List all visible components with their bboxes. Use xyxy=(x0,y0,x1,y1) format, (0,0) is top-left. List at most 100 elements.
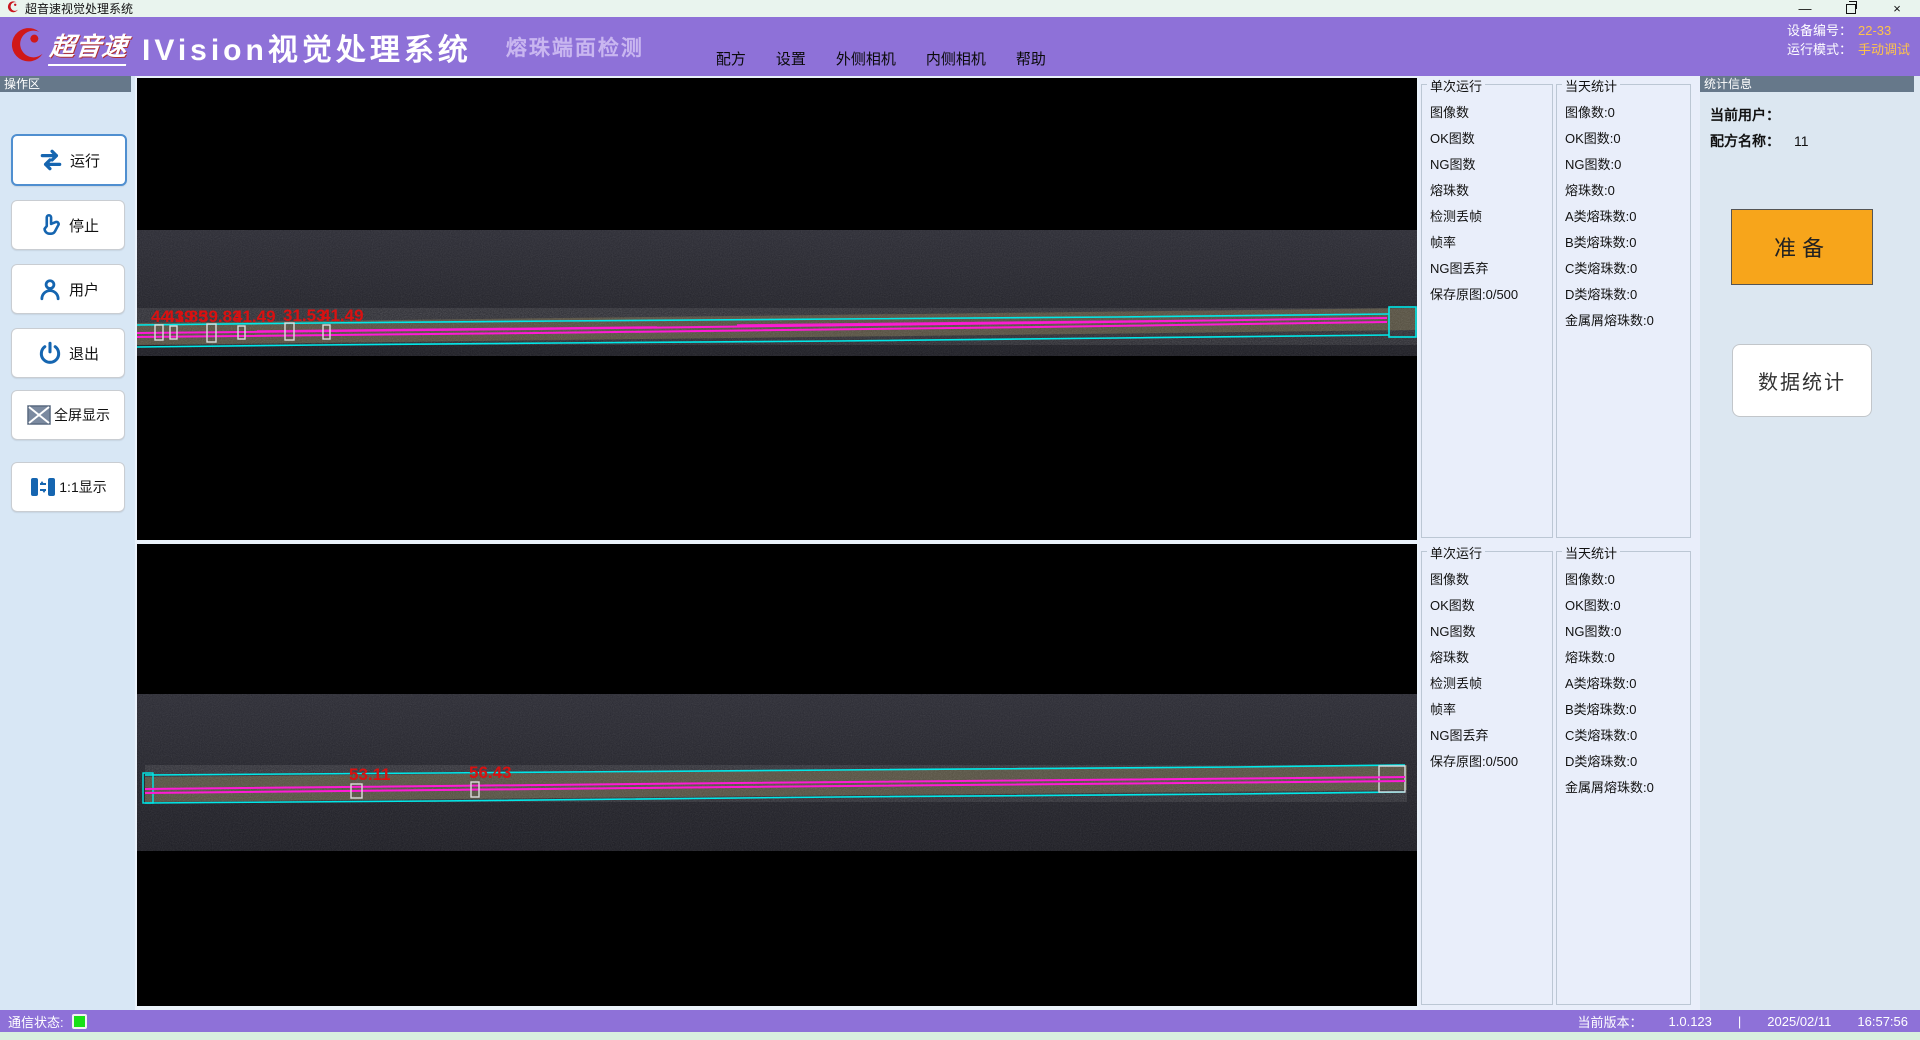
daily-stats-groupbox-top: 当天统计 图像数:0OK图数:0NG图数:0熔珠数:0A类熔珠数:0B类熔珠数:… xyxy=(1556,84,1691,538)
stat-row: 图像数:0 xyxy=(1565,569,1686,595)
menu-item[interactable]: 帮助 xyxy=(1016,48,1046,69)
recipe-name-value: 11 xyxy=(1794,133,1809,149)
brand-logo: 超音速 xyxy=(6,27,128,67)
single-run-groupbox-top: 单次运行 图像数OK图数NG图数熔珠数检测丢帧帧率NG图丢弃保存原图:0/500 xyxy=(1421,84,1553,538)
hand-icon xyxy=(37,212,63,238)
operation-sidebar: 操作区 运行 停止 用户 退出 xyxy=(0,76,135,1010)
operation-area-title: 操作区 xyxy=(0,76,131,92)
measurement-label: 41.49 xyxy=(233,307,276,326)
brand-swoosh-icon xyxy=(6,27,46,67)
device-number-label: 设备编号： xyxy=(1787,23,1852,38)
stat-row: B类熔珠数:0 xyxy=(1565,699,1686,725)
menu-item[interactable]: 配方 xyxy=(716,48,746,69)
stat-row: 熔珠数:0 xyxy=(1565,180,1686,206)
window-bottom-edge xyxy=(0,1032,1920,1040)
inner-camera-view: 53.11 56.43 xyxy=(137,544,1417,1006)
stat-row: D类熔珠数:0 xyxy=(1565,751,1686,777)
stat-row: A类熔珠数:0 xyxy=(1565,673,1686,699)
fullscreen-icon xyxy=(26,404,52,426)
run-mode-label: 运行模式： xyxy=(1787,42,1852,57)
user-button[interactable]: 用户 xyxy=(11,264,125,314)
one-to-one-button-label: 1:1显示 xyxy=(59,477,106,497)
comm-status-indicator xyxy=(72,1014,87,1029)
ready-button[interactable]: 准备 xyxy=(1731,209,1873,285)
stat-row: OK图数 xyxy=(1430,128,1548,154)
one-to-one-button[interactable]: 1:1显示 xyxy=(11,462,125,512)
stat-row: NG图丢弃 xyxy=(1430,258,1548,284)
groupbox-title: 单次运行 xyxy=(1427,76,1485,95)
groupbox-title: 当天统计 xyxy=(1562,76,1620,95)
app-window: 超音速视觉处理系统 — × 超音速 IVision视觉处理系统 熔珠端面检测 配… xyxy=(0,0,1920,1040)
stat-row: C类熔珠数:0 xyxy=(1565,258,1686,284)
groupbox-title: 当天统计 xyxy=(1562,543,1620,562)
stat-row: OK图数:0 xyxy=(1565,128,1686,154)
stat-row: B类熔珠数:0 xyxy=(1565,232,1686,258)
user-icon xyxy=(37,276,63,302)
stat-row: OK图数:0 xyxy=(1565,595,1686,621)
stat-row: NG图数 xyxy=(1430,621,1548,647)
stat-row: 图像数 xyxy=(1430,569,1548,595)
exit-button[interactable]: 退出 xyxy=(11,328,125,378)
app-logo-icon xyxy=(6,1,19,17)
stat-row: 检测丢帧 xyxy=(1430,206,1548,232)
current-user-label: 当前用户： xyxy=(1710,107,1780,123)
stat-row: D类熔珠数:0 xyxy=(1565,284,1686,310)
stat-row: 图像数 xyxy=(1430,102,1548,128)
status-bar: 通信状态: 当前版本： 1.0.123 | 2025/02/11 16:57:5… xyxy=(0,1010,1920,1032)
stop-button-label: 停止 xyxy=(69,215,99,236)
single-run-groupbox-bottom: 单次运行 图像数OK图数NG图数熔珠数检测丢帧帧率NG图丢弃保存原图:0/500 xyxy=(1421,551,1553,1005)
stat-row: C类熔珠数:0 xyxy=(1565,725,1686,751)
restore-button[interactable] xyxy=(1828,0,1874,17)
user-button-label: 用户 xyxy=(69,279,99,300)
one-to-one-icon xyxy=(29,475,57,499)
run-button[interactable]: 运行 xyxy=(11,134,127,186)
info-lines: 当前用户： 配方名称： 11 xyxy=(1700,92,1920,154)
stat-row: 金属屑熔珠数:0 xyxy=(1565,777,1686,803)
statistics-info-title: 统计信息 xyxy=(1700,76,1914,92)
measurement-label: 56.43 xyxy=(469,763,512,782)
status-time: 16:57:56 xyxy=(1857,1014,1908,1029)
stop-button[interactable]: 停止 xyxy=(11,200,125,250)
menu-item[interactable]: 设置 xyxy=(776,48,806,69)
status-date: 2025/02/11 xyxy=(1767,1014,1831,1029)
version-value: 1.0.123 xyxy=(1669,1014,1712,1029)
stat-row: 保存原图:0/500 xyxy=(1430,284,1548,310)
stat-row: 熔珠数 xyxy=(1430,647,1548,673)
app-subtitle: 熔珠端面检测 xyxy=(506,32,644,62)
outer-camera-view: 44.39 41.85 39.83 41.49 31.53 41.49 xyxy=(137,78,1417,540)
device-number-value: 22-33 xyxy=(1858,23,1891,38)
stat-row: NG图数 xyxy=(1430,154,1548,180)
measurement-label: 41.49 xyxy=(321,306,364,325)
status-bar-right: 当前版本： 1.0.123 | 2025/02/11 16:57:56 xyxy=(1578,1012,1909,1031)
stat-row: 金属屑熔珠数:0 xyxy=(1565,310,1686,336)
main-menu: 配方 设置 外侧相机 内侧相机 帮助 xyxy=(716,48,1046,69)
data-statistics-button[interactable]: 数据统计 xyxy=(1732,344,1872,417)
os-titlebar: 超音速视觉处理系统 — × xyxy=(0,0,1920,17)
daily-stats-groupbox-bottom: 当天统计 图像数:0OK图数:0NG图数:0熔珠数:0A类熔珠数:0B类熔珠数:… xyxy=(1556,551,1691,1005)
fullscreen-button-label: 全屏显示 xyxy=(54,405,110,425)
comm-status-label: 通信状态: xyxy=(8,1012,64,1031)
menu-item[interactable]: 外侧相机 xyxy=(836,48,896,69)
stat-row: 检测丢帧 xyxy=(1430,673,1548,699)
exit-button-label: 退出 xyxy=(69,343,99,364)
stat-row: 保存原图:0/500 xyxy=(1430,751,1548,777)
outer-camera-annotation-overlay: 44.39 41.85 39.83 41.49 31.53 41.49 xyxy=(137,78,1417,540)
stat-row: 帧率 xyxy=(1430,699,1548,725)
measurement-label: 31.53 xyxy=(283,306,326,325)
header-device-info: 设备编号：22-33 运行模式：手动调试 xyxy=(1787,21,1910,59)
run-button-label: 运行 xyxy=(70,150,100,171)
restore-icon xyxy=(1846,4,1856,14)
fullscreen-button[interactable]: 全屏显示 xyxy=(11,390,125,440)
stat-row: 图像数:0 xyxy=(1565,102,1686,128)
menu-item[interactable]: 内侧相机 xyxy=(926,48,986,69)
recipe-name-label: 配方名称： xyxy=(1710,133,1780,149)
stat-row: NG图数:0 xyxy=(1565,621,1686,647)
stat-row: 熔珠数:0 xyxy=(1565,647,1686,673)
status-separator: | xyxy=(1738,1014,1741,1029)
inner-camera-annotation-overlay: 53.11 56.43 xyxy=(137,544,1417,1006)
app-title: IVision视觉处理系统 xyxy=(142,25,472,69)
close-button[interactable]: × xyxy=(1874,0,1920,17)
stat-row: 帧率 xyxy=(1430,232,1548,258)
stat-row: NG图丢弃 xyxy=(1430,725,1548,751)
minimize-button[interactable]: — xyxy=(1782,0,1828,17)
